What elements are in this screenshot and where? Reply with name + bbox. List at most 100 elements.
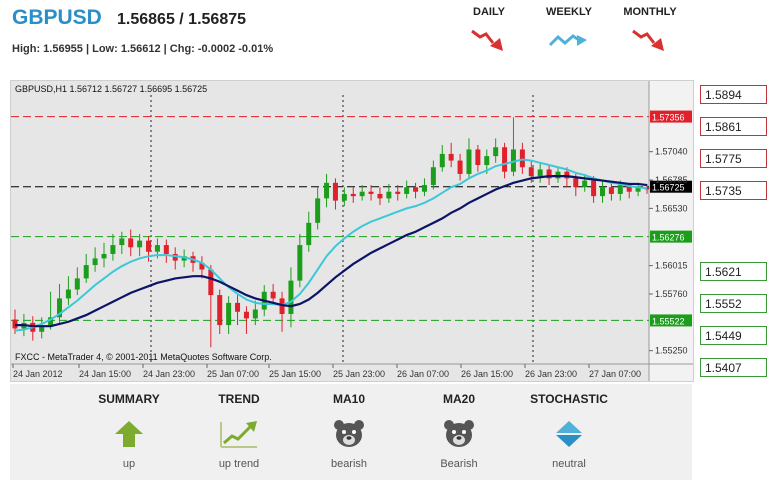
y-tick-label: 1.55250	[655, 346, 688, 356]
x-tick-label: 27 Jan 07:00	[589, 369, 641, 379]
candle-body	[582, 180, 588, 188]
timeframe-monthly[interactable]: MONTHLY	[610, 6, 690, 55]
symbol-title: GBPUSD	[12, 6, 102, 29]
price-chart[interactable]: 1.57356 1.56725 1.56276 1.55522 1.57040 1.567…	[10, 80, 694, 382]
down-trend-arrow-icon	[632, 29, 664, 51]
resistance-level-1: 1.5894	[700, 85, 767, 104]
candle-body	[421, 185, 427, 192]
resistance-level-2: 1.5861	[700, 117, 767, 136]
indicator-ma10: MA10 bearish	[304, 392, 394, 471]
level-price-label: 1.55522	[652, 316, 685, 326]
candle-body	[591, 180, 597, 197]
x-tick-label: 26 Jan 15:00	[461, 369, 513, 379]
support-level-4: 1.5407	[700, 358, 767, 377]
x-tick-label: 24 Jan 23:00	[143, 369, 195, 379]
timeframe-weekly[interactable]: WEEKLY	[529, 6, 609, 55]
y-tick-label: 1.57040	[655, 147, 688, 157]
candle-body	[110, 245, 116, 254]
candle-body	[226, 302, 232, 326]
up-arrow-icon	[115, 421, 143, 447]
candle-body	[119, 238, 125, 246]
candle-body	[368, 191, 374, 194]
trend-up-icon	[220, 421, 257, 448]
candle-body	[65, 289, 71, 299]
level-price-label: 1.57356	[652, 113, 685, 123]
indicator-trend: TREND up trend	[194, 392, 284, 471]
timeframe-label: DAILY	[473, 6, 505, 18]
candle-body	[315, 198, 321, 223]
candle-body	[350, 193, 356, 197]
candle-body	[270, 291, 276, 299]
candle-body	[297, 245, 303, 281]
x-tick-label: 24 Jan 15:00	[79, 369, 131, 379]
candle-body	[288, 280, 294, 314]
x-tick-label: 25 Jan 23:00	[333, 369, 385, 379]
candle-body	[92, 258, 98, 266]
timeframe-daily[interactable]: DAILY	[449, 6, 529, 55]
down-trend-arrow-icon	[471, 29, 503, 51]
indicator-ma20: MA20 Bearish	[414, 392, 504, 471]
indicator-summary: SUMMARY up	[84, 392, 174, 471]
chart-canvas: 1.573561.567251.562761.555221.570401.567…	[11, 81, 693, 381]
candle-body	[502, 147, 508, 172]
candle-body	[457, 160, 463, 174]
candle-body	[137, 240, 143, 248]
candle-body	[439, 153, 445, 168]
candle-body	[306, 222, 312, 246]
candle-body	[235, 302, 241, 312]
candle-body	[128, 238, 134, 248]
indicator-value: up	[122, 458, 136, 470]
chart-copyright: FXCC - MetaTrader 4, © 2001-2011 MetaQuo…	[15, 352, 272, 362]
candle-body	[484, 156, 490, 166]
y-tick-label: 1.56785	[655, 175, 688, 185]
candle-body	[404, 187, 410, 194]
candle-body	[617, 185, 623, 194]
indicator-stochastic: STOCHASTIC neutral	[524, 392, 614, 471]
chart-symbol-header: GBPUSD,H1 1.56712 1.56727 1.56695 1.5672…	[15, 84, 207, 94]
x-tick-label: 24 Jan 2012	[13, 369, 63, 379]
indicator-title: TREND	[218, 392, 260, 406]
candle-body	[217, 295, 223, 326]
candle-body	[243, 311, 249, 319]
indicator-value: neutral	[552, 458, 586, 470]
candle-body	[163, 245, 169, 254]
candle-body	[608, 187, 614, 194]
level-price-label: 1.56276	[652, 233, 685, 243]
indicator-title: MA10	[332, 392, 365, 406]
x-tick-label: 26 Jan 07:00	[397, 369, 449, 379]
support-level-2: 1.5552	[700, 294, 767, 313]
candle-body	[573, 178, 579, 188]
candle-body	[475, 149, 481, 166]
x-tick-label: 25 Jan 07:00	[207, 369, 259, 379]
support-level-1: 1.5621	[700, 262, 767, 281]
bid-ask-quote: 1.56865 / 1.56875	[117, 11, 247, 28]
candle-body	[395, 191, 401, 194]
indicator-value: bearish	[330, 458, 368, 470]
y-tick-label: 1.56530	[655, 203, 688, 213]
support-level-3: 1.5449	[700, 326, 767, 345]
indicator-value: Bearish	[440, 458, 478, 470]
bear-icon	[334, 420, 364, 447]
candle-body	[537, 169, 543, 177]
timeframe-label: WEEKLY	[545, 6, 593, 18]
candle-body	[555, 171, 561, 179]
candle-body	[74, 278, 80, 290]
candle-body	[83, 265, 89, 279]
candle-body	[448, 153, 454, 161]
sideways-trend-arrow-icon	[548, 34, 587, 47]
y-tick-label: 1.55760	[655, 289, 688, 299]
candle-body	[599, 187, 605, 197]
daily-stats: High: 1.56955 | Low: 1.56612 | Chg: -0.0…	[12, 43, 274, 55]
timeframe-label: MONTHLY	[623, 6, 677, 18]
candle-body	[146, 240, 152, 252]
x-tick-label: 25 Jan 15:00	[269, 369, 321, 379]
indicator-title: SUMMARY	[98, 392, 160, 406]
candle-body	[324, 182, 330, 199]
y-tick-label: 1.56015	[655, 261, 688, 271]
candle-body	[341, 193, 347, 201]
candle-body	[493, 147, 499, 157]
indicator-title: MA20	[442, 392, 475, 406]
candle-body	[252, 309, 258, 319]
candle-body	[377, 193, 383, 199]
candle-body	[359, 191, 365, 197]
